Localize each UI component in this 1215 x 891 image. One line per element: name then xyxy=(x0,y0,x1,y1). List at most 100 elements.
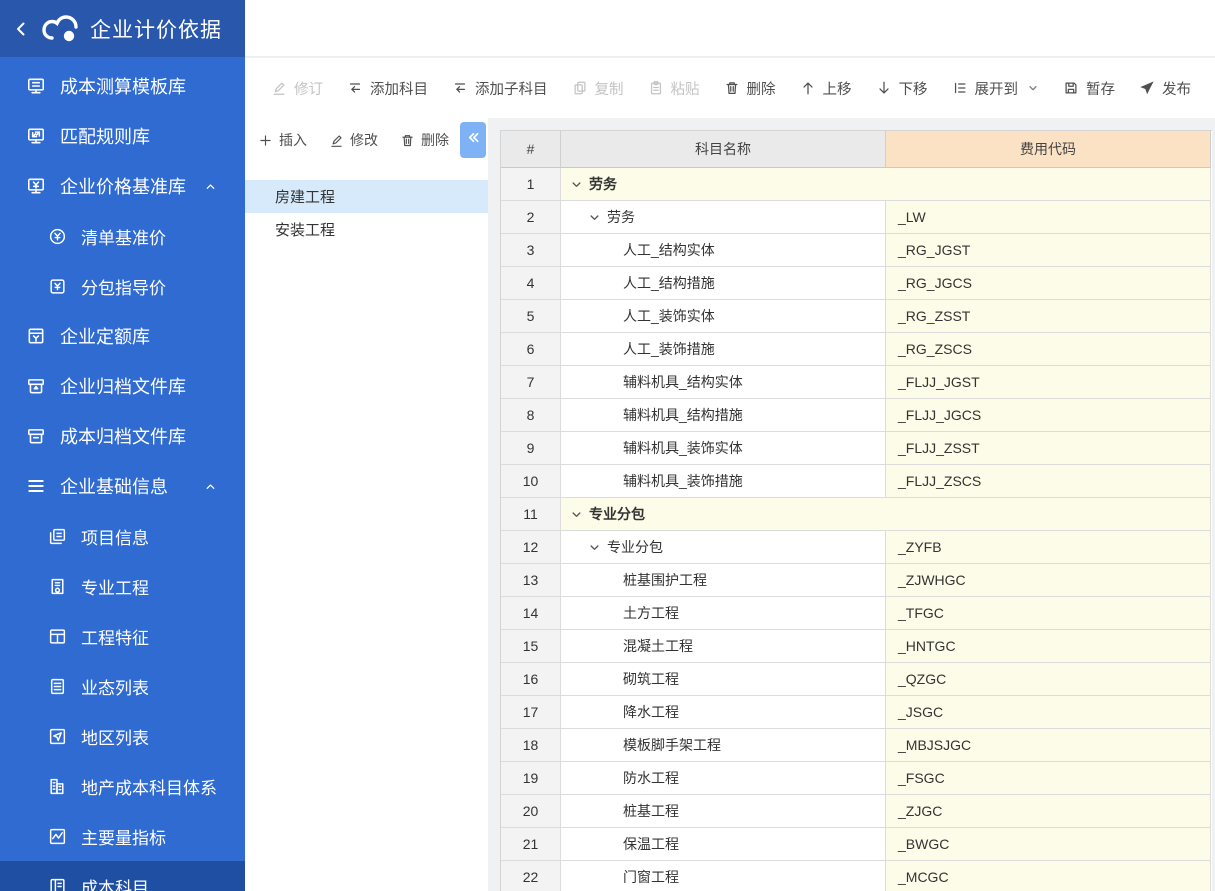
basic-info-icon xyxy=(26,476,46,496)
sidebar-item[interactable]: 业态列表 xyxy=(0,661,245,711)
category-list-item[interactable]: 安装工程 xyxy=(245,213,488,246)
row-index-cell: 20 xyxy=(501,795,561,828)
toolbar-button[interactable]: 粘贴 xyxy=(648,78,700,99)
sidebar-item[interactable]: 成本测算模板库 xyxy=(0,61,245,111)
sidebar-item[interactable]: 地区列表 xyxy=(0,711,245,761)
sidebar-item[interactable]: 清单基准价 xyxy=(0,211,245,261)
sidebar-item[interactable]: 企业价格基准库 xyxy=(0,161,245,211)
sidebar-item[interactable]: 企业归档文件库 xyxy=(0,361,245,411)
cost-code-cell[interactable]: _RG_ZSST xyxy=(886,300,1211,333)
table-row[interactable]: 20桩基工程_ZJGC xyxy=(501,795,1212,828)
cost-code-cell[interactable]: _FSGC xyxy=(886,762,1211,795)
collapse-panel-button[interactable] xyxy=(460,122,486,158)
table-row[interactable]: 3 人工_结构实体 _RG_JGST xyxy=(501,234,1212,267)
cost-code-cell[interactable]: _QZGC xyxy=(886,663,1211,696)
toolbar-button[interactable]: 添加子科目 xyxy=(452,78,548,99)
table-row[interactable]: 14土方工程_TFGC xyxy=(501,597,1212,630)
toolbar-button-label: 下移 xyxy=(899,78,928,99)
cost-code-cell[interactable]: _FLJJ_ZSST xyxy=(886,432,1211,465)
cost-code-cell[interactable]: _RG_ZSCS xyxy=(886,333,1211,366)
cost-code-cell[interactable]: _ZJGC xyxy=(886,795,1211,828)
table-row[interactable]: 9辅料机具_装饰实体_FLJJ_ZSST xyxy=(501,432,1212,465)
toolbar-button[interactable]: 下移 xyxy=(876,78,928,99)
table-row[interactable]: 10辅料机具_装饰措施_FLJJ_ZSCS xyxy=(501,465,1212,498)
table-row[interactable]: 16砌筑工程_QZGC xyxy=(501,663,1212,696)
subject-name: 降水工程 xyxy=(623,702,679,722)
sidebar-item[interactable]: 匹配规则库 xyxy=(0,111,245,161)
cost-code-cell[interactable]: _MCGC xyxy=(886,861,1211,891)
toolbar-button[interactable]: 上移 xyxy=(800,78,852,99)
row-index-cell: 11 xyxy=(501,498,561,531)
toolbar-button[interactable]: 添加科目 xyxy=(347,78,428,99)
tree-expand-icon[interactable] xyxy=(571,509,582,520)
toolbar-button[interactable]: 暂存 xyxy=(1063,78,1115,99)
table-row[interactable]: 4人工_结构措施_RG_JGCS xyxy=(501,267,1212,300)
table-row[interactable]: 8辅料机具_结构措施_FLJJ_JGCS xyxy=(501,399,1212,432)
toolbar-button-label: 上移 xyxy=(823,78,852,99)
toolbar-button[interactable]: 修订 xyxy=(271,78,323,99)
table-row[interactable]: 12专业分包_ZYFB xyxy=(501,531,1212,564)
table-row[interactable]: 19防水工程_FSGC xyxy=(501,762,1212,795)
sidebar-item[interactable]: 分包指导价 xyxy=(0,261,245,311)
cost-code-cell[interactable]: _JSGC xyxy=(886,696,1211,729)
trash-icon xyxy=(400,133,415,148)
tree-expand-icon[interactable] xyxy=(571,179,582,190)
row-index-cell: 10 xyxy=(501,465,561,498)
sidebar-item[interactable]: 工程特征 xyxy=(0,611,245,661)
sidebar-item[interactable]: 企业基础信息 xyxy=(0,461,245,511)
sidebar-item-label: 成本科目 xyxy=(81,874,149,891)
subject-name-cell: 专业分包 xyxy=(561,531,886,564)
cost-code-cell[interactable]: _LW xyxy=(886,201,1211,234)
app-title: 企业计价依据 xyxy=(90,14,222,44)
toolbar-button[interactable]: 展开到 xyxy=(952,78,1040,99)
cost-code-cell[interactable]: _RG_JGCS xyxy=(886,267,1211,300)
row-index-cell: 3 xyxy=(501,234,561,267)
table-row[interactable]: 22门窗工程_MCGC xyxy=(501,861,1212,891)
panel-button[interactable]: 删除 xyxy=(400,130,449,150)
sidebar-item[interactable]: 项目信息 xyxy=(0,511,245,561)
cost-code-cell[interactable]: _TFGC xyxy=(886,597,1211,630)
table-row[interactable]: 18模板脚手架工程_MBJSJGC xyxy=(501,729,1212,762)
sidebar-item[interactable]: 地产成本科目体系 xyxy=(0,761,245,811)
panel-button[interactable]: 插入 xyxy=(258,130,307,150)
cost-code-cell[interactable]: _MBJSJGC xyxy=(886,729,1211,762)
subject-name: 专业分包 xyxy=(607,537,663,557)
cost-code: _RG_ZSST xyxy=(898,308,970,324)
back-icon[interactable] xyxy=(12,20,30,38)
toolbar-button[interactable]: 删除 xyxy=(724,78,776,99)
cost-archive-icon xyxy=(26,426,46,446)
table-row[interactable]: 6人工_装饰措施_RG_ZSCS xyxy=(501,333,1212,366)
toolbar-button[interactable]: 发布 xyxy=(1139,78,1191,99)
cost-code-cell[interactable]: _BWGC xyxy=(886,828,1211,861)
row-index-cell: 1 xyxy=(501,168,561,201)
sidebar-item[interactable]: 成本科目 xyxy=(0,861,245,891)
professional-eng-icon xyxy=(48,577,67,596)
category-list-item[interactable]: 房建工程 xyxy=(245,180,488,213)
panel-button[interactable]: 修改 xyxy=(329,130,378,150)
tree-expand-icon[interactable] xyxy=(589,212,600,223)
subject-name: 人工_结构实体 xyxy=(623,240,715,260)
cost-code-cell[interactable]: _FLJJ_JGCS xyxy=(886,399,1211,432)
table-row[interactable]: 11专业分包 xyxy=(501,498,1212,531)
sidebar-item[interactable]: 专业工程 xyxy=(0,561,245,611)
table-row[interactable]: 17降水工程_JSGC xyxy=(501,696,1212,729)
table-row[interactable]: 5人工_装饰实体_RG_ZSST xyxy=(501,300,1212,333)
sidebar: 企业计价依据 成本测算模板库匹配规则库企业价格基准库清单基准价分包指导价企业定额… xyxy=(0,0,245,891)
sidebar-item[interactable]: 企业定额库 xyxy=(0,311,245,361)
table-row[interactable]: 2劳务_LW xyxy=(501,201,1212,234)
cost-code-cell[interactable]: _FLJJ_JGST xyxy=(886,366,1211,399)
cost-code-cell[interactable]: _FLJJ_ZSCS xyxy=(886,465,1211,498)
table-row[interactable]: 21保温工程_BWGC xyxy=(501,828,1212,861)
toolbar-button[interactable]: 复制 xyxy=(572,78,624,99)
cost-code-cell[interactable]: _ZYFB xyxy=(886,531,1211,564)
sidebar-item[interactable]: 成本归档文件库 xyxy=(0,411,245,461)
table-row[interactable]: 1劳务 xyxy=(501,168,1212,201)
cost-code-cell[interactable]: _HNTGC xyxy=(886,630,1211,663)
tree-expand-icon[interactable] xyxy=(589,542,600,553)
table-row[interactable]: 15混凝土工程_HNTGC xyxy=(501,630,1212,663)
table-row[interactable]: 7辅料机具_结构实体_FLJJ_JGST xyxy=(501,366,1212,399)
table-row[interactable]: 13桩基围护工程_ZJWHGC xyxy=(501,564,1212,597)
sidebar-item[interactable]: 主要量指标 xyxy=(0,811,245,861)
cost-code-cell[interactable]: _ZJWHGC xyxy=(886,564,1211,597)
cost-code-cell[interactable]: _RG_JGST xyxy=(886,234,1211,267)
